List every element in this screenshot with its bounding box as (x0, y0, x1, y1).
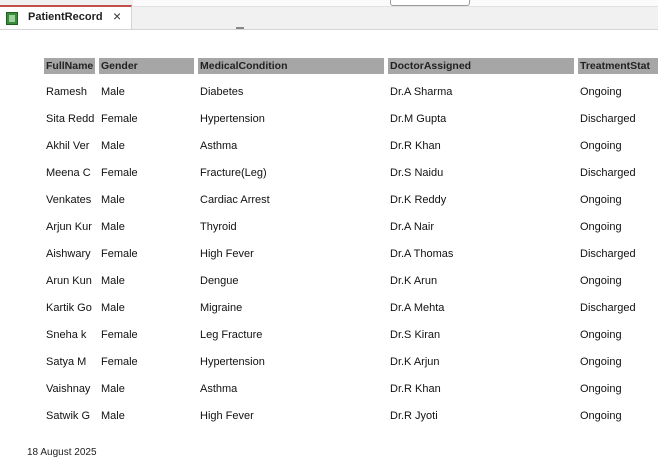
cell-gender: Female (101, 329, 138, 341)
table-icon (6, 12, 18, 25)
cell-medical-condition: High Fever (200, 410, 254, 422)
cell-fullname: Arun Kun (46, 275, 92, 287)
cell-gender: Female (101, 167, 138, 179)
table-row: Aishwary Female High Fever Dr.A Thomas Disch… (0, 241, 658, 268)
table-row: Arjun Kur Male Thyroid Dr.A Nair Ongoing (0, 214, 658, 241)
cell-gender: Female (101, 248, 138, 260)
table-row: Sneha k Female Leg Fracture Dr.S Kiran Ongoi… (0, 322, 658, 349)
cell-fullname: Satwik G (46, 410, 91, 422)
cell-medical-condition: Thyroid (200, 221, 237, 233)
cell-medical-condition: Diabetes (200, 86, 244, 98)
cell-gender: Female (101, 356, 138, 368)
column-header-medicalcondition: MedicalCondition (198, 58, 384, 74)
document-tab-bar: PatientRecord × (0, 0, 658, 30)
cell-medical-condition: Fracture(Leg) (200, 167, 267, 179)
cell-gender: Male (101, 140, 125, 152)
column-header-treatmentstatus: TreatmentStat (578, 58, 658, 74)
cell-doctor-assigned: Dr.S Kiran (390, 329, 441, 341)
cell-doctor-assigned: Dr.S Naidu (390, 167, 444, 179)
cell-fullname: Sneha k (46, 329, 87, 341)
ribbon-control-edge[interactable] (390, 0, 470, 6)
cell-gender: Male (101, 383, 125, 395)
cell-medical-condition: Migraine (200, 302, 243, 314)
column-header-fullname: FullName (44, 58, 95, 74)
cell-doctor-assigned: Dr.R Jyoti (390, 410, 438, 422)
column-header-doctorassigned: DoctorAssigned (388, 58, 574, 74)
cell-treatment-status: Ongoing (580, 410, 622, 422)
table-row: Akhil Ver Male Asthma Dr.R Khan Ongoing (0, 133, 658, 160)
cell-doctor-assigned: Dr.R Khan (390, 140, 441, 152)
report-title-fragment (236, 27, 244, 29)
cell-treatment-status: Ongoing (580, 275, 622, 287)
cell-treatment-status: Ongoing (580, 86, 622, 98)
cell-gender: Male (101, 302, 125, 314)
table-row: Sita Redd Female Hypertension Dr.M Gupta Dis… (0, 106, 658, 133)
table-row: Ramesh Male Diabetes Dr.A Sharma Ongoing (0, 79, 658, 106)
cell-medical-condition: High Fever (200, 248, 254, 260)
cell-fullname: Ramesh (46, 86, 87, 98)
cell-gender: Male (101, 194, 125, 206)
cell-doctor-assigned: Dr.M Gupta (390, 113, 447, 125)
cell-fullname: Satya M (46, 356, 87, 368)
tab-title: PatientRecord (28, 11, 103, 23)
cell-treatment-status: Discharged (580, 167, 636, 179)
cell-treatment-status: Discharged (580, 113, 636, 125)
table-row: Satwik G Male High Fever Dr.R Jyoti Ongoing (0, 403, 658, 430)
cell-fullname: Venkates (46, 194, 92, 206)
cell-gender: Female (101, 113, 138, 125)
cell-treatment-status: Discharged (580, 302, 636, 314)
close-icon[interactable]: × (113, 8, 121, 24)
report-date: 18 August 2025 (27, 447, 97, 458)
cell-fullname: Akhil Ver (46, 140, 90, 152)
cell-fullname: Arjun Kur (46, 221, 92, 233)
cell-doctor-assigned: Dr.K Arjun (390, 356, 440, 368)
cell-medical-condition: Hypertension (200, 113, 265, 125)
cell-medical-condition: Asthma (200, 383, 238, 395)
cell-doctor-assigned: Dr.A Thomas (390, 248, 454, 260)
cell-gender: Male (101, 410, 125, 422)
table-row: Kartik Go Male Migraine Dr.A Mehta Discharge… (0, 295, 658, 322)
cell-fullname: Kartik Go (46, 302, 92, 314)
table-row: Vaishnay Male Asthma Dr.R Khan Ongoing (0, 376, 658, 403)
cell-medical-condition: Leg Fracture (200, 329, 263, 341)
cell-treatment-status: Ongoing (580, 356, 622, 368)
table-row: Arun Kun Male Dengue Dr.K Arun Ongoing (0, 268, 658, 295)
cell-fullname: Meena C (46, 167, 91, 179)
cell-treatment-status: Discharged (580, 248, 636, 260)
column-header-gender: Gender (99, 58, 194, 74)
cell-fullname: Vaishnay (46, 383, 91, 395)
cell-treatment-status: Ongoing (580, 194, 622, 206)
cell-gender: Male (101, 275, 125, 287)
cell-treatment-status: Ongoing (580, 140, 622, 152)
cell-medical-condition: Cardiac Arrest (200, 194, 270, 206)
table-row: Satya M Female Hypertension Dr.K Arjun Ongoi… (0, 349, 658, 376)
cell-doctor-assigned: Dr.K Arun (390, 275, 438, 287)
table-row: Venkates Male Cardiac Arrest Dr.K Reddy Ongo… (0, 187, 658, 214)
cell-treatment-status: Ongoing (580, 383, 622, 395)
cell-treatment-status: Ongoing (580, 221, 622, 233)
table-row: Meena C Female Fracture(Leg) Dr.S Naidu Disc… (0, 160, 658, 187)
cell-gender: Male (101, 221, 125, 233)
cell-gender: Male (101, 86, 125, 98)
cell-doctor-assigned: Dr.A Nair (390, 221, 435, 233)
cell-fullname: Sita Redd (46, 113, 95, 125)
cell-medical-condition: Hypertension (200, 356, 265, 368)
cell-doctor-assigned: Dr.A Sharma (390, 86, 453, 98)
cell-medical-condition: Asthma (200, 140, 238, 152)
cell-treatment-status: Ongoing (580, 329, 622, 341)
tab-patient-record[interactable]: PatientRecord × (0, 5, 132, 29)
cell-doctor-assigned: Dr.A Mehta (390, 302, 445, 314)
cell-medical-condition: Dengue (200, 275, 239, 287)
cell-doctor-assigned: Dr.R Khan (390, 383, 441, 395)
cell-doctor-assigned: Dr.K Reddy (390, 194, 447, 206)
cell-fullname: Aishwary (46, 248, 91, 260)
